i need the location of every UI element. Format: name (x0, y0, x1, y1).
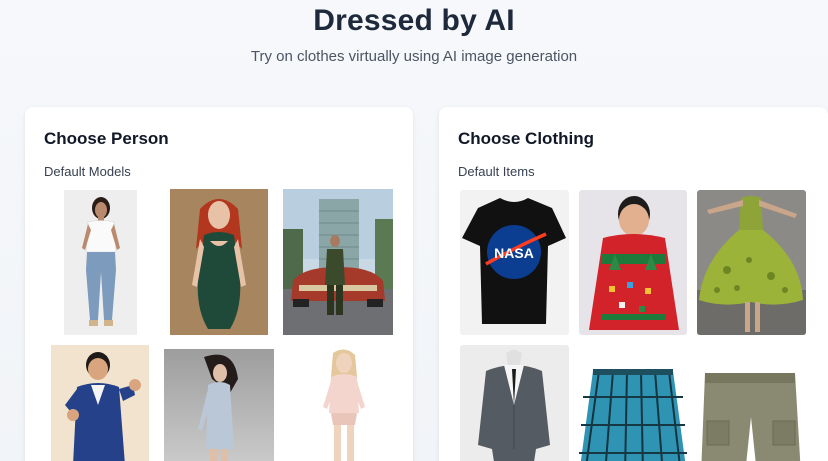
clothing-option-2[interactable] (579, 190, 687, 335)
choose-clothing-card: Choose Clothing Default Items NASA (439, 107, 828, 461)
default-items-label: Default Items (458, 164, 535, 179)
page-title: Dressed by AI (313, 4, 515, 37)
person-white-tee-jeans-photo (64, 190, 137, 335)
black-tshirt-photo: NASA (460, 190, 569, 335)
person-windblown-hair-photo (164, 349, 274, 461)
model-option-3[interactable] (283, 189, 393, 335)
person-pink-top-photo (295, 347, 393, 461)
plaid-skirt-photo (579, 369, 687, 461)
model-option-6[interactable] (295, 347, 393, 461)
cargo-shorts-photo (697, 369, 806, 461)
red-christmas-sweater-photo (579, 190, 687, 335)
person-car-building-photo (283, 189, 393, 335)
clothing-option-5[interactable] (579, 369, 687, 461)
choose-clothing-title: Choose Clothing (458, 129, 594, 148)
clothing-option-3[interactable] (697, 190, 806, 335)
model-option-1[interactable] (64, 190, 137, 335)
clothing-option-4[interactable] (460, 345, 569, 461)
green-dress-photo (697, 190, 806, 335)
model-option-2[interactable] (170, 189, 268, 335)
clothing-option-6[interactable] (697, 369, 806, 461)
nasa-logo-text: NASA (494, 245, 534, 261)
model-option-5[interactable] (164, 349, 274, 461)
page-subtitle: Try on clothes virtually using AI image … (250, 48, 578, 65)
person-blue-suit-photo (51, 345, 149, 461)
grey-suit-photo (460, 345, 569, 461)
person-red-hair-green-dress-photo (170, 189, 268, 335)
clothing-option-1[interactable]: NASA (460, 190, 569, 335)
choose-person-title: Choose Person (44, 129, 169, 148)
choose-person-card: Choose Person Default Models (25, 107, 413, 461)
model-option-4[interactable] (51, 345, 149, 461)
default-models-label: Default Models (44, 164, 131, 179)
